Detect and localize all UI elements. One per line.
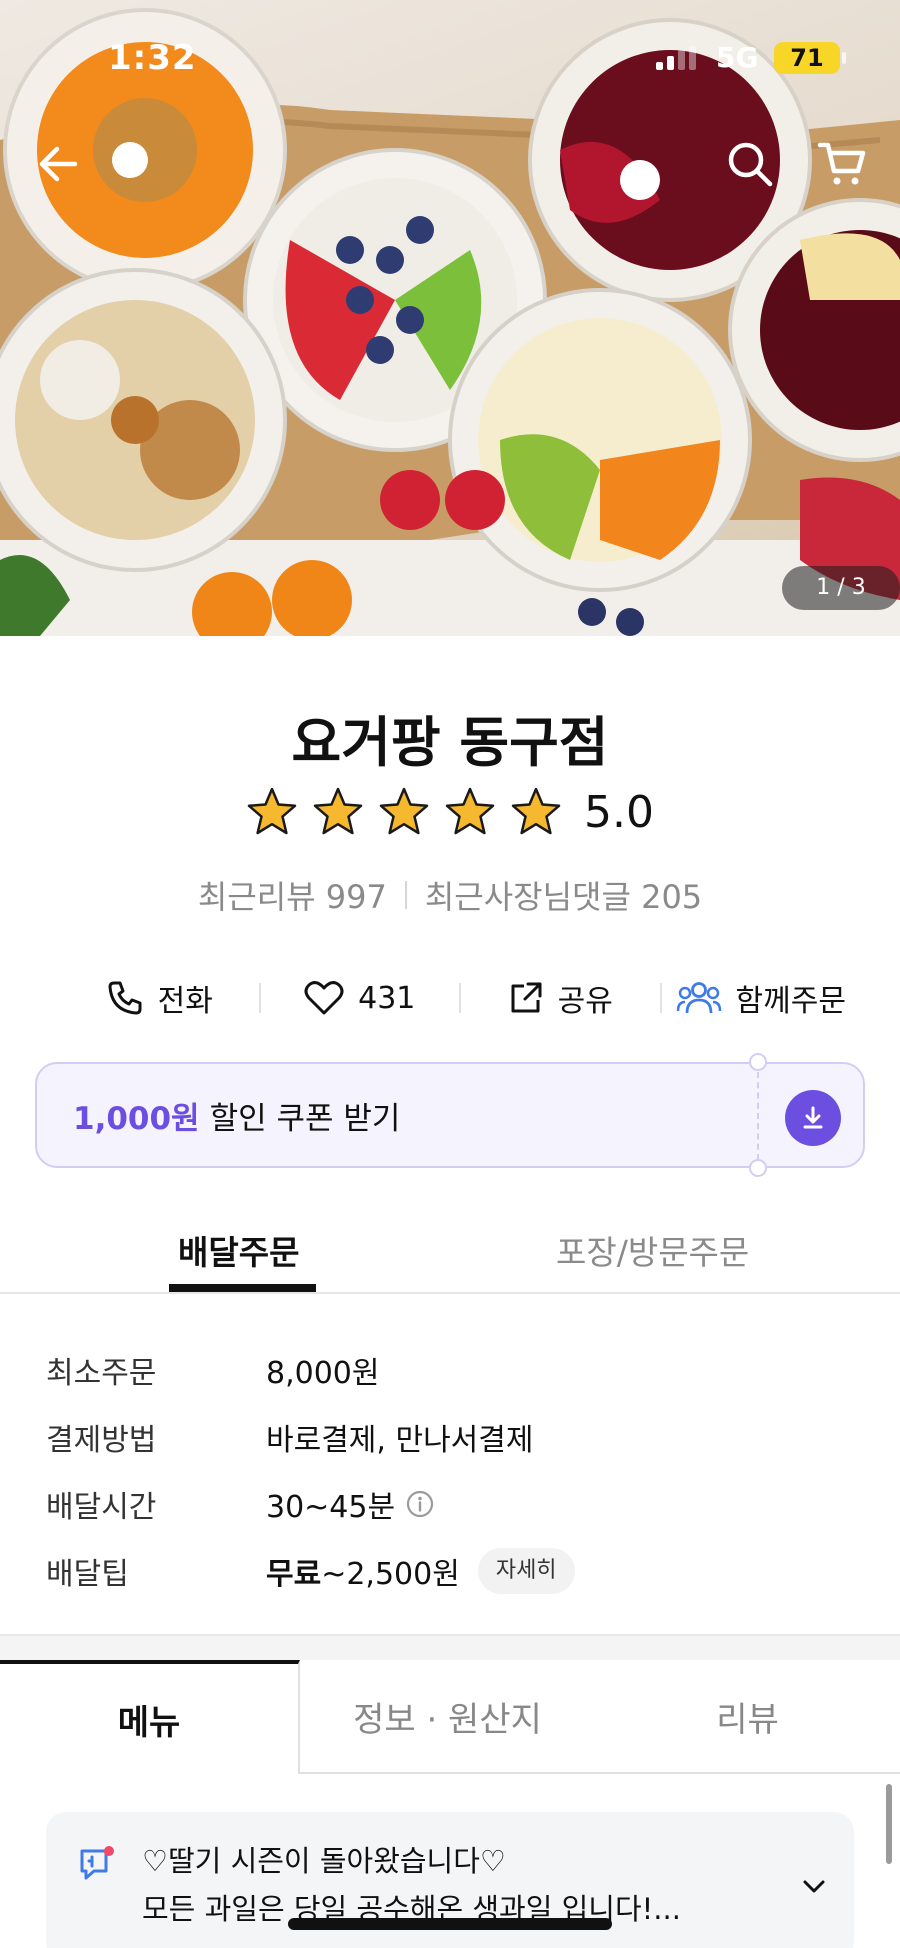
scrollbar[interactable] <box>886 1784 892 1864</box>
call-label: 전화 <box>157 984 213 1019</box>
recent-reviews-link[interactable]: 최근리뷰 997 <box>198 872 387 918</box>
section-divider <box>0 1634 900 1660</box>
download-icon <box>803 1106 823 1129</box>
status-bar: 1:32 5G 71 <box>0 38 900 82</box>
order-type-tabs: 배달주문 포장/방문주문 <box>0 1204 900 1294</box>
back-button[interactable] <box>28 134 88 194</box>
tab-delivery[interactable]: 배달주문 <box>178 1226 299 1274</box>
tab-menu[interactable]: 메뉴 <box>0 1660 300 1774</box>
chevron-down-icon[interactable] <box>798 1870 830 1902</box>
coupon-amount: 1,000원 <box>73 1100 200 1137</box>
delivery-tip-row: 배달팁 무료~2,500원 자세히 <box>46 1537 866 1604</box>
delivery-tip-range: ~2,500원 <box>321 1556 460 1592</box>
store-hero-image[interactable]: 1:32 5G 71 1 / 3 <box>0 0 900 636</box>
search-button[interactable] <box>720 134 780 194</box>
notice-icon <box>80 1846 114 1880</box>
star-icon <box>511 787 561 835</box>
tip-detail-button[interactable]: 자세히 <box>477 1547 575 1594</box>
arrow-left-icon <box>39 146 78 182</box>
delivery-info: 최소주문 8,000원 결제방법 바로결제, 만나서결제 배달시간 30~45분… <box>46 1336 866 1604</box>
rating-score: 5.0 <box>584 786 654 838</box>
menu-tabs: 메뉴 정보 · 원산지 리뷰 <box>0 1660 900 1774</box>
group-order-label: 함께주문 <box>735 984 846 1019</box>
active-tab-indicator <box>169 1284 316 1292</box>
coupon-download-button[interactable] <box>785 1090 841 1146</box>
delivery-tip-label: 배달팁 <box>46 1556 129 1592</box>
search-icon <box>728 142 773 187</box>
tab-info-origin[interactable]: 정보 · 원산지 <box>300 1660 595 1774</box>
share-button[interactable]: 공유 <box>461 976 660 1020</box>
payment-row: 결제방법 바로결제, 만나서결제 <box>46 1403 866 1470</box>
heart-icon <box>304 981 344 1015</box>
signal-icon <box>656 46 696 70</box>
like-button[interactable]: 431 <box>261 980 460 1016</box>
call-button[interactable]: 전화 <box>60 976 259 1020</box>
delivery-time-row: 배달시간 30~45분 <box>46 1470 866 1537</box>
battery-icon: 71 <box>774 42 840 74</box>
coupon-notch <box>749 1159 767 1177</box>
cart-button[interactable] <box>812 134 872 194</box>
min-order-label: 최소주문 <box>46 1355 157 1391</box>
cart-icon <box>817 142 866 185</box>
delivery-time-label: 배달시간 <box>46 1489 157 1525</box>
divider <box>404 881 407 909</box>
star-icon <box>313 787 363 835</box>
star-icon <box>445 787 495 835</box>
share-label: 공유 <box>557 984 613 1019</box>
store-actions: 전화 431 공유 함께주문 <box>60 968 860 1028</box>
review-summary: 최근리뷰 997 최근사장님댓글 205 <box>0 872 900 918</box>
payment-label: 결제방법 <box>46 1422 157 1458</box>
star-icon <box>379 787 429 835</box>
min-order-row: 최소주문 8,000원 <box>46 1336 866 1403</box>
owner-replies-link[interactable]: 최근사장님댓글 205 <box>425 872 702 918</box>
coupon-notch <box>749 1053 767 1071</box>
coupon-banner[interactable]: 1,000원 할인 쿠폰 받기 <box>35 1053 865 1177</box>
store-name: 요거팡 동구점 <box>291 711 609 774</box>
share-icon <box>511 982 542 1013</box>
group-icon <box>676 982 721 1014</box>
tab-pickup[interactable]: 포장/방문주문 <box>556 1226 749 1274</box>
network-type: 5G <box>716 41 759 74</box>
home-indicator <box>288 1918 612 1930</box>
image-pager: 1 / 3 <box>782 566 900 610</box>
like-count: 431 <box>358 980 416 1016</box>
rating-row: 5.0 <box>0 786 900 838</box>
phone-icon <box>108 981 142 1015</box>
battery-cap <box>842 52 846 64</box>
min-order-value: 8,000원 <box>266 1355 380 1391</box>
payment-value: 바로결제, 만나서결제 <box>266 1422 534 1458</box>
delivery-tip-free: 무료 <box>266 1556 322 1592</box>
star-icon <box>247 787 297 835</box>
info-icon[interactable] <box>405 1489 435 1519</box>
group-order-button[interactable]: 함께주문 <box>662 976 861 1020</box>
notice-line-1: ♡딸기 시즌이 돌아왔습니다♡ <box>142 1844 506 1878</box>
status-time: 1:32 <box>108 38 197 78</box>
tab-review[interactable]: 리뷰 <box>595 1660 900 1774</box>
coupon-label: 할인 쿠폰 받기 <box>209 1100 401 1137</box>
coupon-divider <box>757 1072 759 1160</box>
delivery-time-value: 30~45분 <box>266 1489 396 1525</box>
fruit-bowls-photo <box>0 8 900 636</box>
